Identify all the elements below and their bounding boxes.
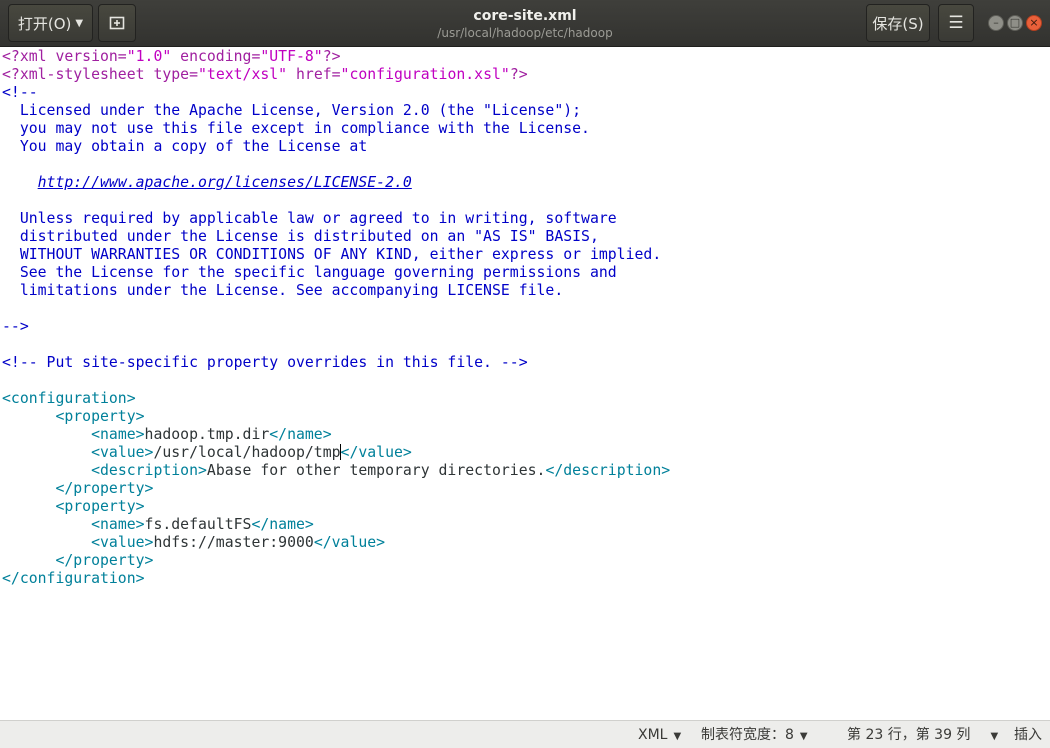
close-icon[interactable]: × — [1026, 15, 1042, 31]
language-label: XML — [638, 727, 668, 743]
chevron-down-icon: ▼ — [673, 731, 682, 742]
header-bar: 打开(O) ▼ core-site.xml /usr/local/hadoop/… — [0, 0, 1050, 47]
license-link[interactable]: http://www.apache.org/licenses/LICENSE-2… — [38, 174, 412, 191]
code-line: </property> — [55, 480, 154, 497]
code-line: Licensed under the Apache License, Versi… — [2, 102, 582, 119]
code-line: <!-- — [2, 84, 38, 101]
code-line: Unless required by applicable law or agr… — [2, 210, 617, 227]
code-line: distributed under the License is distrib… — [2, 228, 599, 245]
chevron-down-icon: ▼ — [799, 731, 808, 742]
document-title: core-site.xml — [473, 8, 577, 24]
new-document-icon — [109, 16, 125, 30]
status-bar: XML ▼ 制表符宽度：8 ▼ 第 23 行，第 39 列 ▼ 插入 — [0, 720, 1050, 748]
code-line: <!-- Put site-specific property override… — [2, 354, 528, 371]
code-line: You may obtain a copy of the License at — [2, 138, 368, 155]
code-line: limitations under the License. See accom… — [2, 282, 564, 299]
code-line: <?xml-stylesheet type="text/xsl" href="c… — [2, 66, 528, 83]
cursor-position-label: 第 23 行，第 39 列 — [847, 727, 971, 743]
tab-width-label: 制表符宽度：8 — [701, 727, 794, 743]
chevron-down-icon: ▼ — [75, 17, 84, 29]
window-title: core-site.xml /usr/local/hadoop/etc/hado… — [300, 7, 750, 41]
chevron-down-icon: ▼ — [990, 731, 999, 742]
hamburger-icon: ☰ — [948, 13, 964, 33]
language-selector[interactable]: XML ▼ — [638, 726, 681, 744]
code-line: <property> — [55, 498, 145, 515]
code-line: <name>fs.defaultFS</name> — [91, 516, 314, 533]
code-line: <property> — [55, 408, 145, 425]
minimize-icon[interactable]: – — [988, 15, 1004, 31]
hamburger-menu-button[interactable]: ☰ — [938, 4, 974, 42]
code-line: you may not use this file except in comp… — [2, 120, 590, 137]
cursor-position-selector[interactable]: 第 23 行，第 39 列 ▼ — [847, 726, 998, 744]
insert-mode-indicator[interactable]: 插入 — [1014, 726, 1042, 744]
open-button-label: 打开(O) — [17, 14, 72, 33]
code-line: <description>Abase for other temporary d… — [91, 462, 671, 479]
new-document-button[interactable] — [98, 4, 136, 42]
maximize-icon[interactable]: □ — [1007, 15, 1023, 31]
open-button[interactable]: 打开(O) ▼ — [8, 4, 93, 42]
tab-width-selector[interactable]: 制表符宽度：8 ▼ — [701, 726, 808, 744]
code-line: </configuration> — [2, 570, 145, 587]
save-button[interactable]: 保存(S) — [866, 4, 930, 42]
code-line: WITHOUT WARRANTIES OR CONDITIONS OF ANY … — [2, 246, 662, 263]
text-editor[interactable]: <?xml version="1.0" encoding="UTF-8"?> <… — [0, 47, 1050, 720]
code-line: <configuration> — [2, 390, 136, 407]
code-line: See the License for the specific languag… — [2, 264, 617, 281]
code-line: </property> — [55, 552, 154, 569]
code-line: --> — [2, 318, 29, 335]
code-line: http://www.apache.org/licenses/LICENSE-2… — [2, 174, 412, 192]
code-line: <value>/usr/local/hadoop/tmp</value> — [91, 444, 412, 461]
code-line: <?xml version="1.0" encoding="UTF-8"?> — [2, 48, 341, 65]
code-line: <name>hadoop.tmp.dir</name> — [91, 426, 332, 443]
code-line: <value>hdfs://master:9000</value> — [91, 534, 386, 551]
document-path: /usr/local/hadoop/etc/hadoop — [437, 26, 613, 40]
